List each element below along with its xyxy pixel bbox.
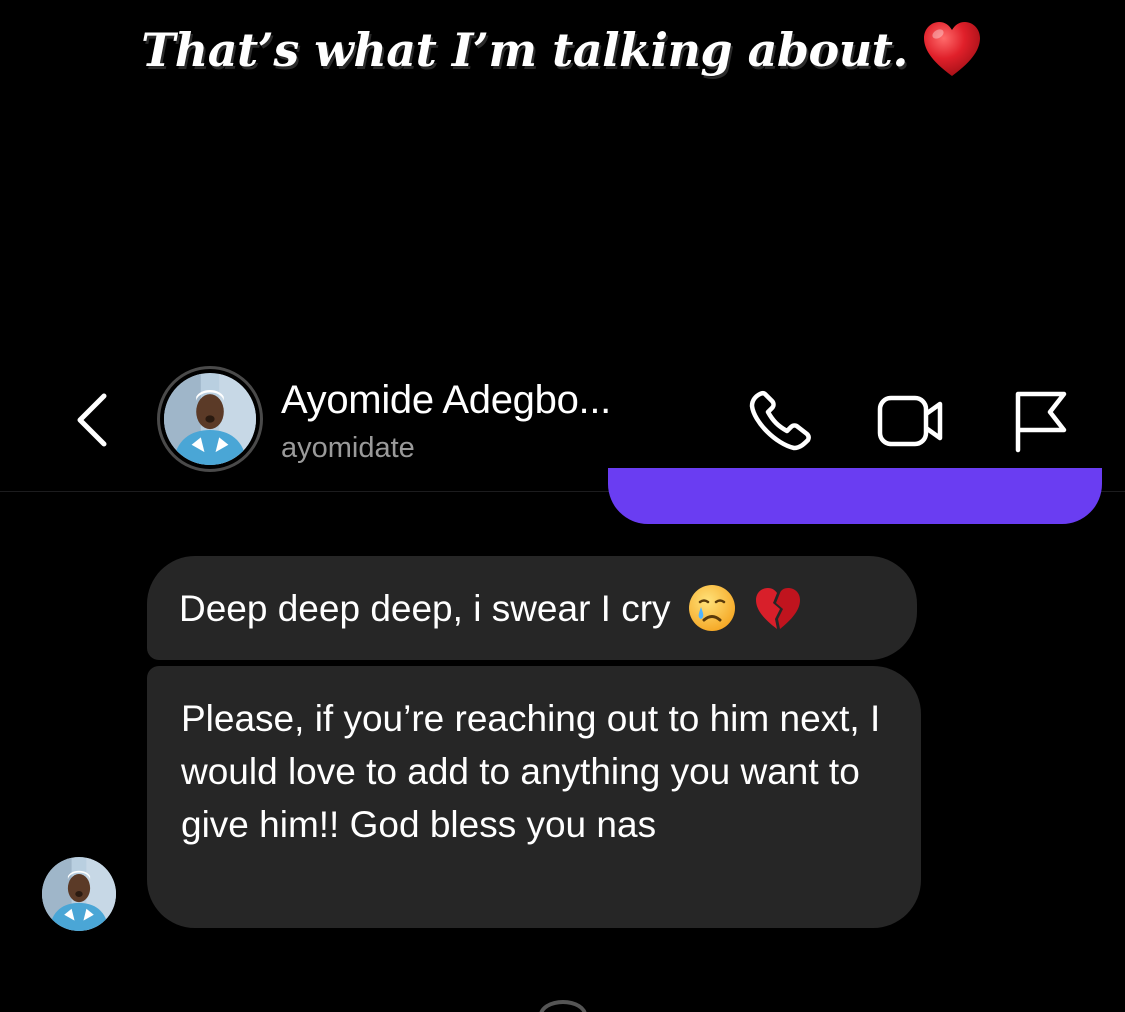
scroll-handle[interactable] [539,1000,587,1012]
story-screenshot: That’s what I’m talking about. Ayomide A… [0,0,1125,1012]
back-icon[interactable] [72,390,116,450]
red-heart-icon [923,22,980,76]
sent-message-bubble[interactable] [608,468,1102,524]
received-message-bubble[interactable]: Please, if you’re reaching out to him ne… [147,666,921,928]
message-text: Please, if you’re reaching out to him ne… [181,698,881,845]
sender-avatar[interactable] [42,857,116,931]
flag-icon[interactable] [1010,388,1072,454]
message-text: Deep deep deep, i swear I cry [179,587,671,629]
contact-handle: ayomidate [281,432,415,464]
avatar[interactable] [157,366,263,472]
caption-text: That’s what I’m talking about. [141,23,908,77]
broken-heart-icon [755,588,800,629]
phone-icon[interactable] [746,388,816,454]
contact-name[interactable]: Ayomide Adegbo... [281,378,701,423]
crying-face-icon [688,585,735,631]
video-camera-icon[interactable] [874,390,946,452]
received-message-bubble[interactable]: Deep deep deep, i swear I cry [147,556,917,660]
avatar-image [164,373,256,465]
story-caption: That’s what I’m talking about. [0,18,1125,82]
